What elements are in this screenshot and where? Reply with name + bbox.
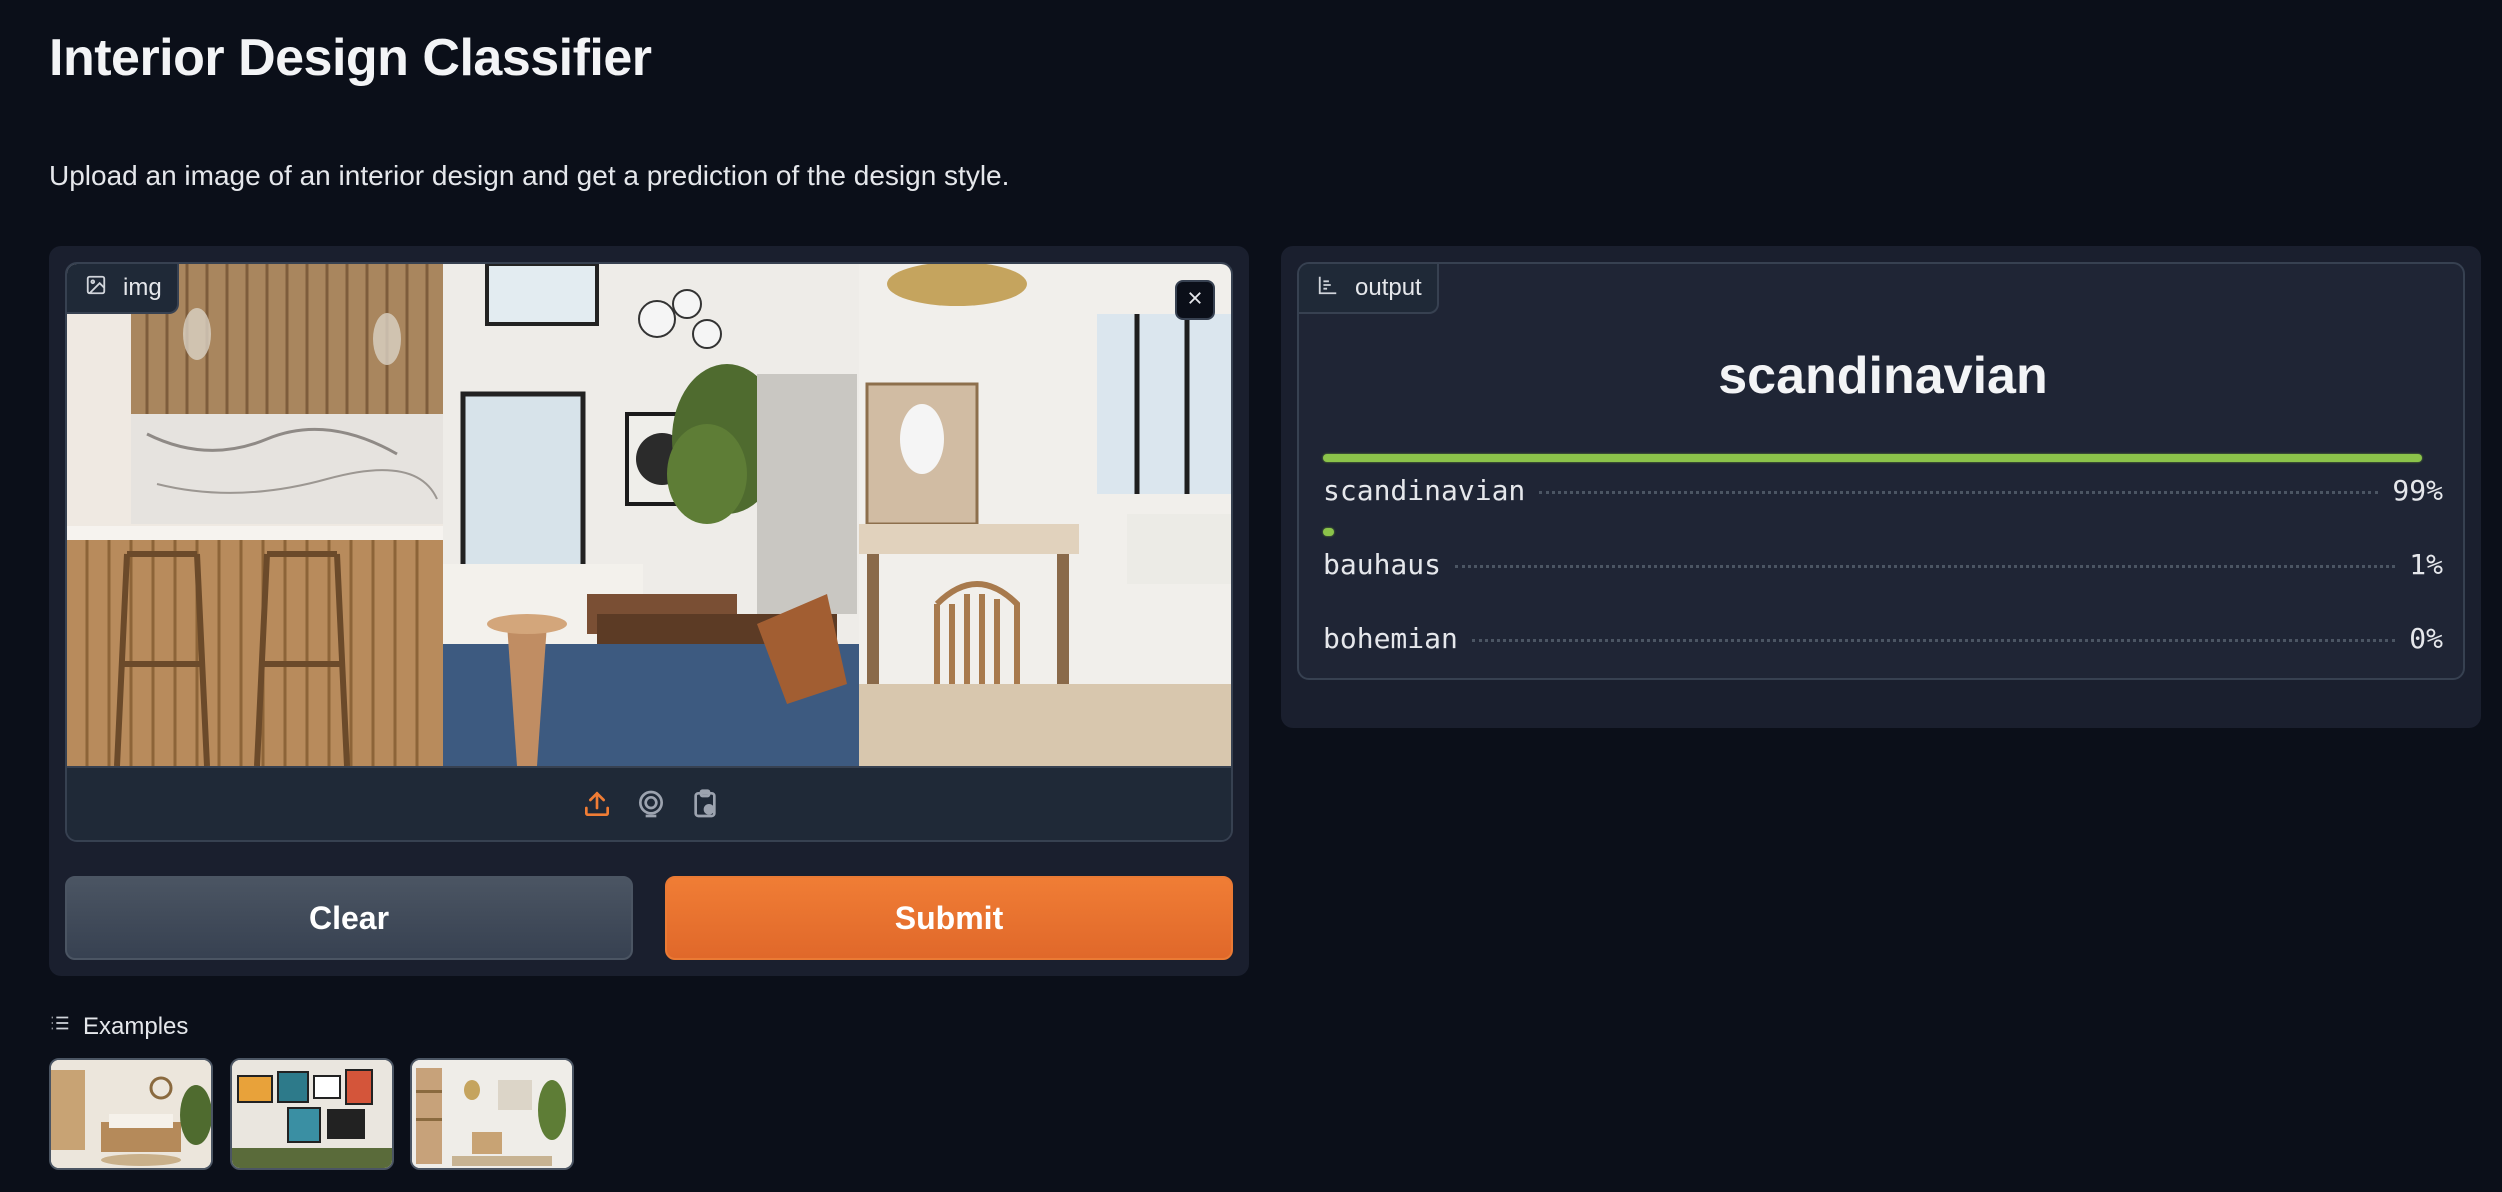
examples-label: Examples — [83, 1012, 189, 1040]
confidence-row: bauhaus 1% — [1323, 528, 2443, 581]
page-description: Upload an image of an interior design an… — [49, 160, 1010, 191]
page: Interior Design Classifier Upload an ima… — [0, 0, 2502, 1192]
output-label: output — [1299, 264, 1439, 314]
examples-header: Examples — [49, 1012, 188, 1041]
image-source-toolbar — [67, 766, 1231, 840]
upload-button[interactable] — [580, 789, 614, 823]
list-icon — [49, 1012, 71, 1041]
image-icon — [85, 274, 107, 303]
confidence-dots — [1455, 565, 2396, 568]
close-icon — [1186, 289, 1204, 312]
upload-icon — [581, 788, 613, 825]
output-panel: output scandinavian scandinavian 99% bau… — [1281, 246, 2481, 728]
image-input-label: img — [67, 264, 179, 314]
label-output: output scandinavian scandinavian 99% bau… — [1297, 262, 2465, 680]
example-thumbnail[interactable] — [410, 1058, 574, 1170]
submit-button[interactable]: Submit — [665, 876, 1233, 960]
example-thumbnail[interactable] — [49, 1058, 213, 1170]
clear-button[interactable]: Clear — [65, 876, 633, 960]
image-input[interactable]: img — [65, 262, 1233, 842]
confidence-dots — [1471, 639, 2396, 642]
top-prediction: scandinavian — [1718, 347, 2048, 405]
confidence-label: scandinavian — [1323, 474, 1526, 507]
confidence-label: bohemian — [1323, 622, 1458, 655]
confidence-value: 0% — [2409, 622, 2443, 655]
confidence-row: scandinavian 99% — [1323, 454, 2443, 507]
confidence-bar — [1323, 528, 1335, 536]
confidence-row: bohemian 0% — [1323, 602, 2443, 655]
bar-chart-icon — [1317, 274, 1339, 303]
page-title: Interior Design Classifier — [49, 29, 652, 87]
webcam-button[interactable] — [634, 789, 668, 823]
clipboard-button[interactable] — [688, 788, 722, 825]
example-thumbnail[interactable] — [230, 1058, 394, 1170]
confidence-value: 99% — [2392, 474, 2443, 507]
webcam-icon — [635, 788, 667, 825]
clipboard-icon — [689, 788, 721, 825]
input-panel: img Clear Submit — [49, 246, 1249, 976]
confidence-value: 1% — [2409, 548, 2443, 581]
uploaded-image — [67, 264, 1231, 766]
output-label-text: output — [1355, 274, 1422, 301]
confidence-bar — [1323, 454, 2422, 462]
confidence-label: bauhaus — [1323, 548, 1442, 581]
confidence-dots — [1539, 491, 2379, 494]
clear-image-button[interactable] — [1175, 280, 1215, 320]
image-input-label-text: img — [123, 274, 162, 301]
